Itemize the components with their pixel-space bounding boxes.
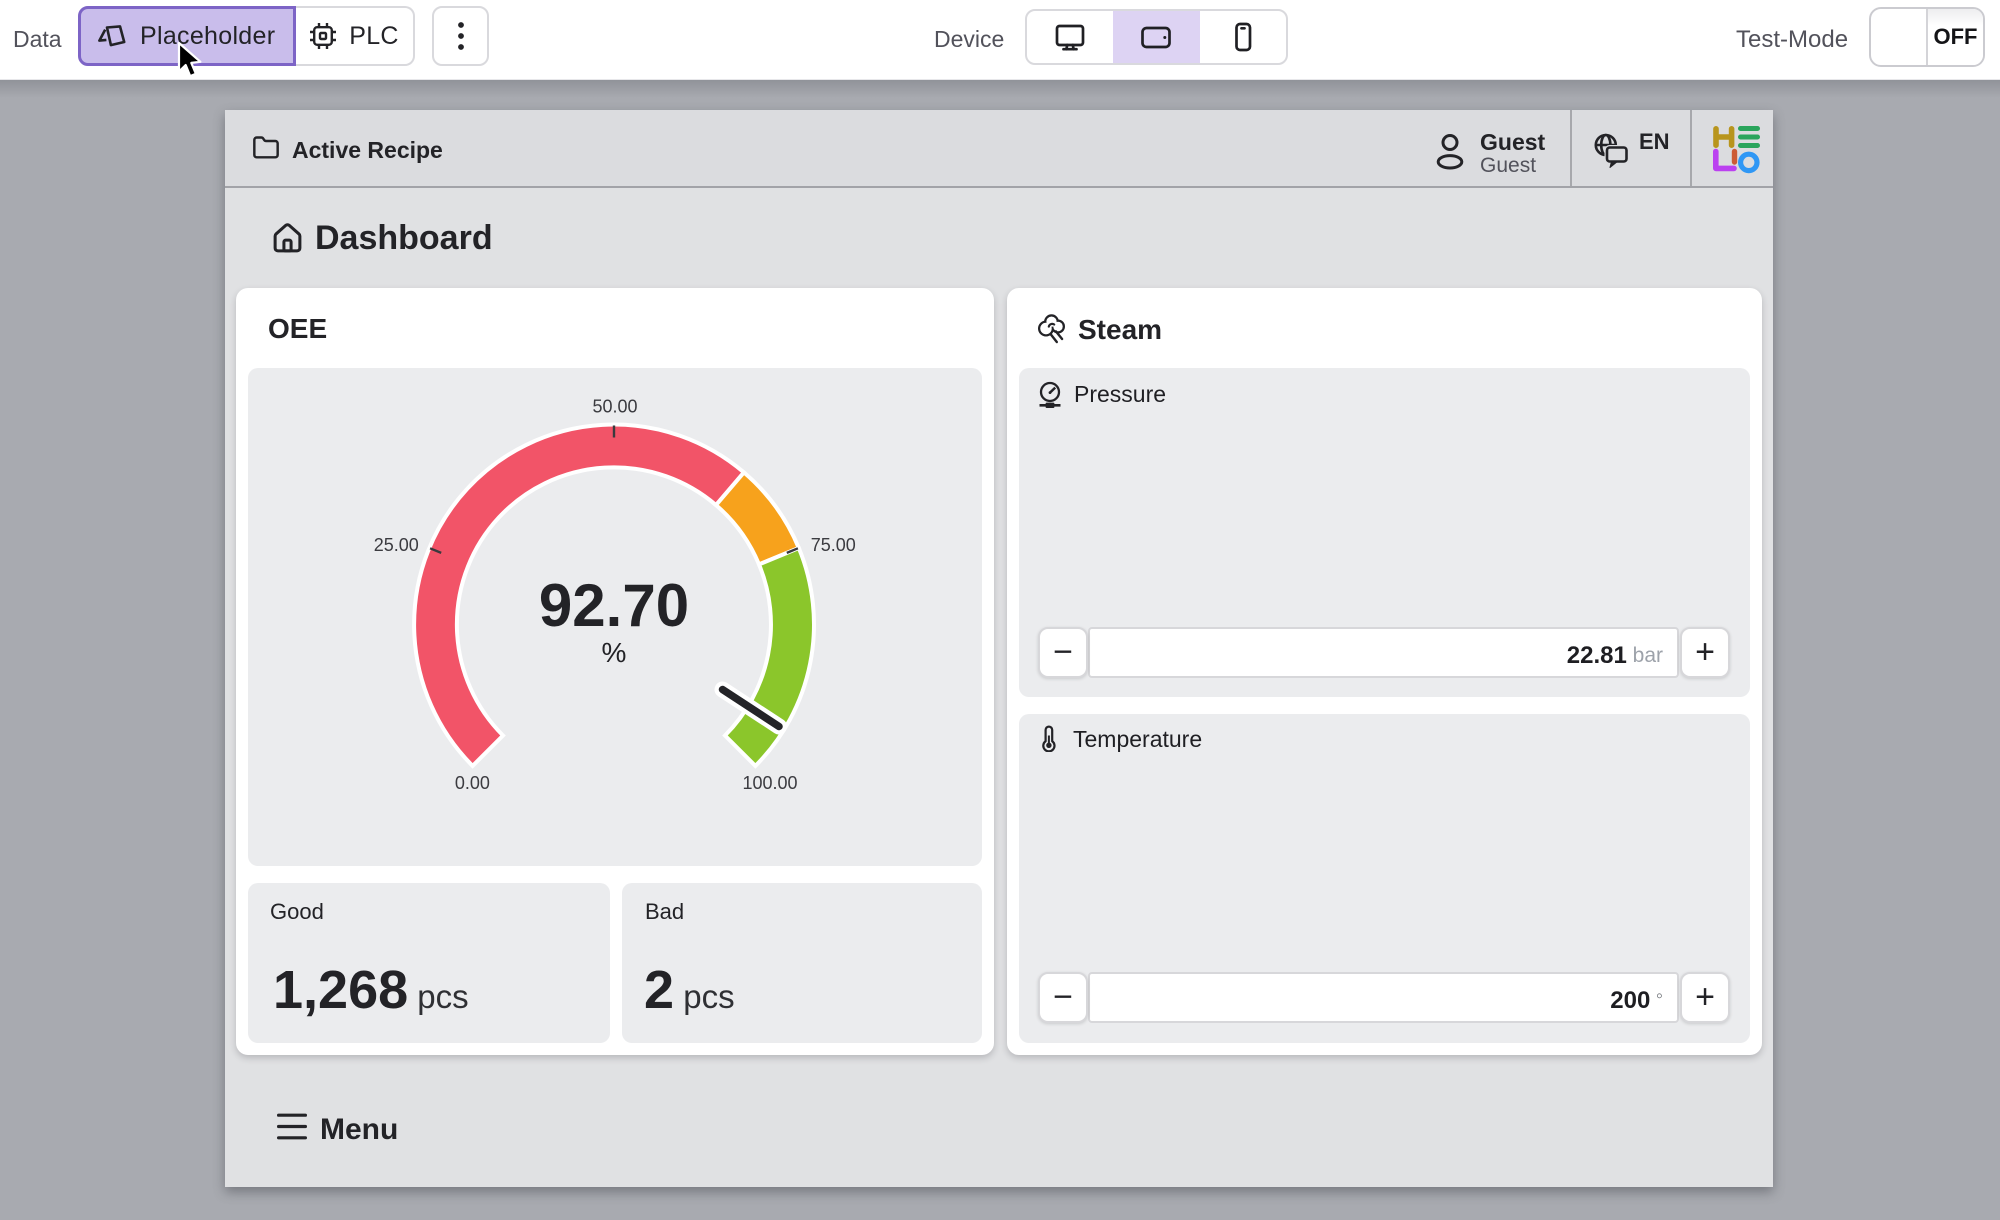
svg-text:25.00: 25.00	[374, 535, 419, 555]
svg-text:75.00: 75.00	[811, 535, 856, 555]
svg-text:%: %	[602, 637, 627, 668]
svg-text:100.00: 100.00	[742, 773, 797, 793]
svg-text:92.70: 92.70	[539, 572, 689, 639]
svg-text:50.00: 50.00	[592, 397, 637, 417]
svg-text:0.00: 0.00	[455, 773, 490, 793]
